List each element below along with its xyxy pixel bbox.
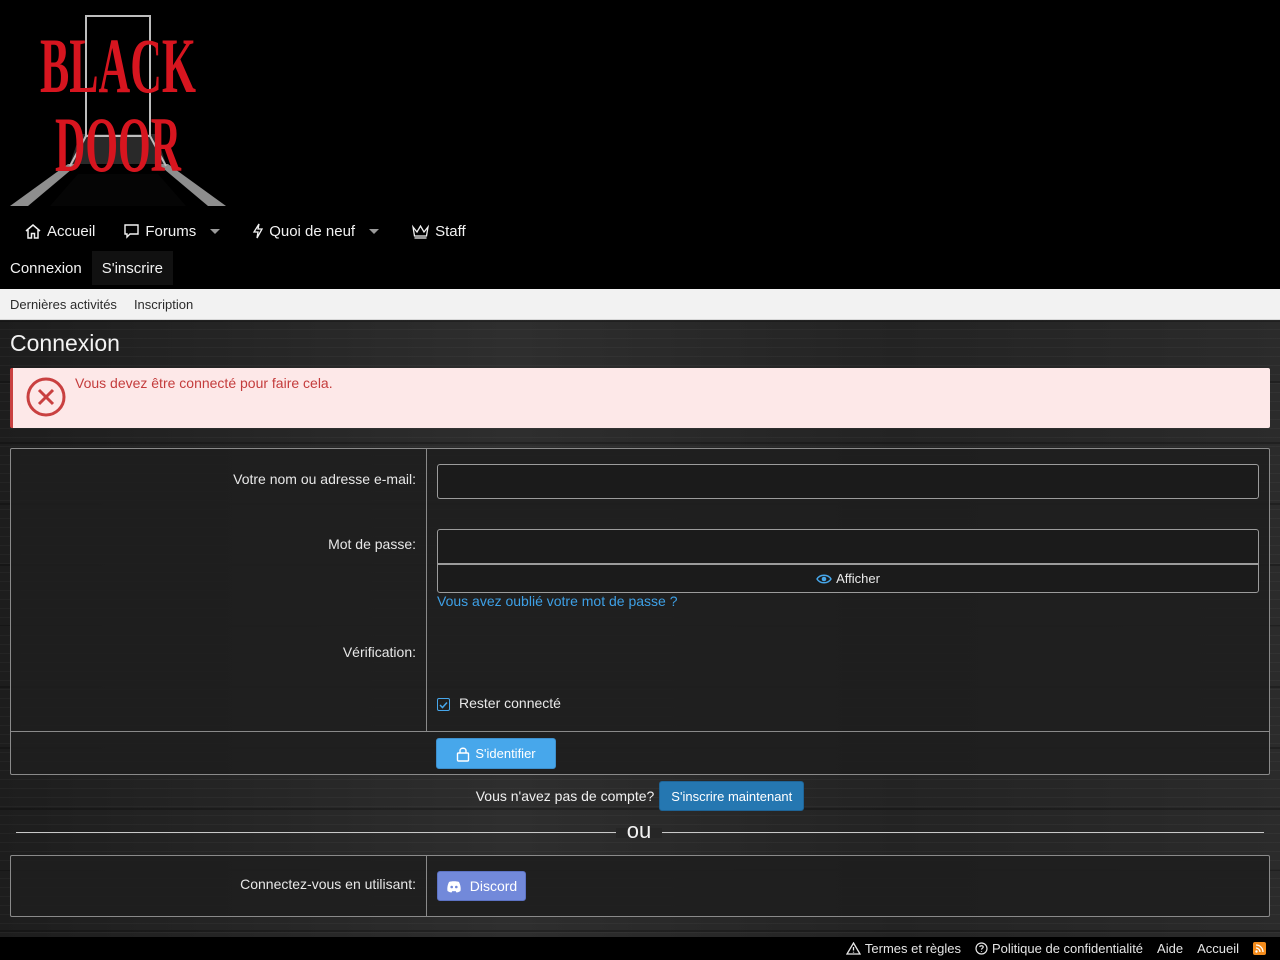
or-divider-text: ou bbox=[626, 818, 652, 843]
form-footer: S'identifier bbox=[11, 731, 1269, 774]
logo-text-door: DOOR bbox=[55, 101, 182, 188]
username-input[interactable] bbox=[437, 464, 1259, 499]
nav-item-home[interactable]: Accueil bbox=[10, 214, 109, 248]
nav-label-whats-new: Quoi de neuf bbox=[269, 222, 356, 240]
chevron-down-icon[interactable] bbox=[210, 228, 221, 234]
login-button-label: S'identifier bbox=[475, 746, 536, 761]
user-links: Connexion S'inscrire bbox=[0, 251, 173, 285]
show-password-button[interactable]: Afficher bbox=[437, 564, 1259, 593]
footer-terms-link[interactable]: Termes et règles bbox=[845, 941, 961, 956]
footer-terms-label: Termes et règles bbox=[864, 941, 961, 956]
login-button[interactable]: S'identifier bbox=[436, 738, 556, 769]
subnav-latest-activity[interactable]: Dernières activités bbox=[10, 297, 117, 312]
password-input[interactable] bbox=[437, 529, 1259, 564]
crown-icon bbox=[412, 224, 430, 239]
checkmark-icon bbox=[439, 701, 448, 709]
register-prompt: Vous n'avez pas de compte? bbox=[475, 788, 655, 804]
lock-icon bbox=[457, 747, 470, 762]
site-logo[interactable]: BLACK DOOR bbox=[10, 14, 226, 206]
nav-label-forums: Forums bbox=[145, 222, 197, 240]
discord-login-button[interactable]: Discord bbox=[437, 871, 526, 901]
verification-label: Vérification: bbox=[342, 644, 416, 660]
eye-icon bbox=[816, 574, 832, 583]
show-password-label: Afficher bbox=[836, 571, 880, 586]
alert-message: Vous devez être connecté pour faire cela… bbox=[75, 375, 333, 391]
site-footer: Termes et règles Politique de confidenti… bbox=[0, 937, 1280, 960]
nav-item-staff[interactable]: Staff bbox=[397, 214, 480, 248]
login-form: Votre nom ou adresse e-mail: Mot de pass… bbox=[10, 448, 1270, 775]
forgot-password-link[interactable]: Vous avez oublié votre mot de passe ? bbox=[437, 593, 677, 609]
footer-privacy-link[interactable]: Politique de confidentialité bbox=[975, 941, 1143, 956]
main-nav: Accueil Forums Quoi de neuf Staff bbox=[10, 214, 480, 248]
remember-me[interactable]: Rester connecté bbox=[437, 695, 561, 711]
register-now-button[interactable]: S'inscrire maintenant bbox=[659, 781, 805, 811]
login-link[interactable]: Connexion bbox=[0, 251, 92, 285]
close-circle-icon bbox=[26, 377, 66, 417]
form-labels: Votre nom ou adresse e-mail: Mot de pass… bbox=[11, 449, 427, 731]
register-row: Vous n'avez pas de compte? S'inscrire ma… bbox=[0, 781, 1280, 811]
nav-item-whats-new[interactable]: Quoi de neuf bbox=[238, 214, 383, 248]
footer-privacy-label: Politique de confidentialité bbox=[991, 941, 1144, 956]
connect-with-label: Connectez-vous en utilisant: bbox=[240, 876, 416, 892]
register-link[interactable]: S'inscrire bbox=[91, 251, 173, 285]
footer-help-link[interactable]: Aide bbox=[1157, 941, 1183, 956]
help-icon bbox=[975, 942, 988, 955]
nav-label-staff: Staff bbox=[435, 222, 466, 240]
remember-checkbox[interactable] bbox=[437, 698, 450, 711]
sub-nav: Dernières activités Inscription bbox=[0, 289, 1280, 320]
discord-icon bbox=[447, 880, 461, 892]
password-label: Mot de passe: bbox=[328, 536, 416, 552]
home-icon bbox=[25, 224, 41, 239]
subnav-register[interactable]: Inscription bbox=[134, 297, 193, 312]
footer-home-link[interactable]: Accueil bbox=[1197, 941, 1239, 956]
username-label: Votre nom ou adresse e-mail: bbox=[233, 471, 416, 487]
warning-icon bbox=[845, 942, 861, 955]
bolt-icon bbox=[253, 223, 264, 239]
remember-label: Rester connecté bbox=[459, 695, 561, 711]
page-title: Connexion bbox=[10, 330, 120, 356]
site-header: BLACK DOOR Accueil Forums Quoi de neuf S… bbox=[0, 0, 1280, 289]
connect-with-block: Connectez-vous en utilisant: Discord bbox=[10, 855, 1270, 917]
nav-label-home: Accueil bbox=[47, 222, 96, 240]
error-alert: Vous devez être connecté pour faire cela… bbox=[10, 368, 1270, 428]
comment-icon bbox=[124, 224, 140, 239]
logo-text-black: BLACK bbox=[40, 22, 196, 109]
chevron-down-icon[interactable] bbox=[369, 228, 380, 234]
nav-item-forums[interactable]: Forums bbox=[109, 214, 224, 248]
rss-icon[interactable] bbox=[1253, 942, 1266, 955]
discord-label: Discord bbox=[469, 878, 518, 894]
